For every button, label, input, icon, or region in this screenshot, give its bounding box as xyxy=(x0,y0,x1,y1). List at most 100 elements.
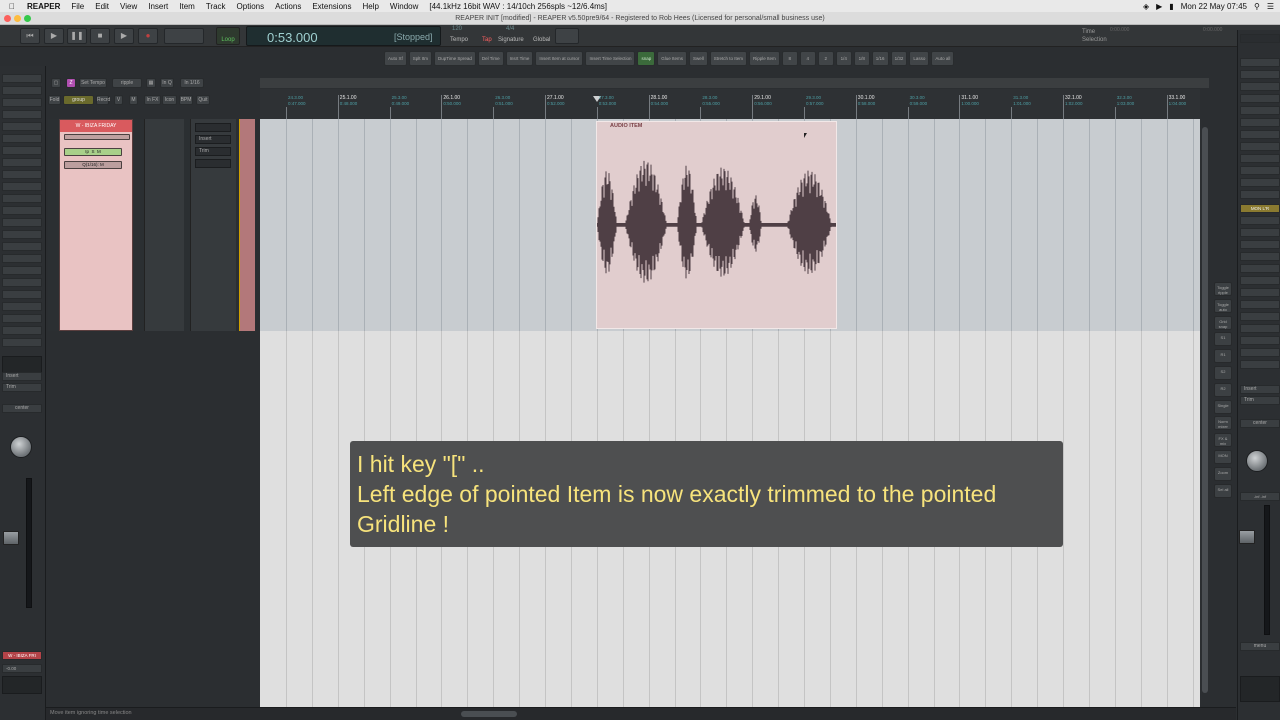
right-toolbar-button[interactable]: R2 xyxy=(1214,382,1232,397)
minimize-window-icon[interactable] xyxy=(14,15,21,22)
mixer-slot[interactable] xyxy=(2,314,42,323)
action-button[interactable]: 1/8 xyxy=(853,51,870,66)
mixer-slot[interactable] xyxy=(1240,336,1280,345)
action-button[interactable]: Auto Xf xyxy=(384,51,407,66)
global-label[interactable]: Global xyxy=(533,37,550,43)
mixer-slot[interactable] xyxy=(1240,130,1280,139)
menu-insert[interactable]: Insert xyxy=(148,2,168,11)
action-button[interactable]: 1/32 xyxy=(890,51,908,66)
master-trim-slot[interactable]: Trim xyxy=(1240,396,1280,405)
m-button[interactable]: M xyxy=(129,95,138,105)
action-button[interactable]: Glue Items xyxy=(657,51,687,66)
mixer-slot[interactable] xyxy=(2,254,42,263)
mixer-slot[interactable] xyxy=(1240,216,1280,225)
menu-help[interactable]: Help xyxy=(362,2,378,11)
vertical-scroll-thumb[interactable] xyxy=(1202,127,1208,693)
set-tempo-button[interactable]: Set Tempo xyxy=(79,78,107,88)
mixer-slot[interactable] xyxy=(1240,360,1280,369)
tempo-value[interactable]: 120 xyxy=(452,26,462,32)
mixer-slot[interactable] xyxy=(1240,276,1280,285)
mixer-slot[interactable] xyxy=(2,182,42,191)
mixer-slot[interactable] xyxy=(1240,264,1280,273)
master-fader-handle[interactable] xyxy=(1239,530,1255,544)
battery-icon[interactable]: ▮ xyxy=(1169,2,1173,11)
ripple-button[interactable]: ripple xyxy=(112,78,142,88)
metronome-button[interactable] xyxy=(555,28,579,44)
right-toolbar-button[interactable]: MON xyxy=(1214,450,1232,464)
horizontal-scroll-thumb[interactable] xyxy=(461,711,517,717)
mixer-slot[interactable] xyxy=(2,86,42,95)
repeat-slider[interactable] xyxy=(164,28,204,44)
mixer-slot[interactable] xyxy=(1240,118,1280,127)
mixer-slot[interactable] xyxy=(1240,70,1280,79)
mixer-slot[interactable] xyxy=(1240,312,1280,321)
mixer-slot[interactable] xyxy=(2,218,42,227)
mixer-slot[interactable] xyxy=(2,146,42,155)
mixer-slot[interactable] xyxy=(1240,252,1280,261)
action-button[interactable]: Insrt Time xyxy=(505,51,534,66)
go-to-end-icon[interactable]: ▶ xyxy=(114,28,134,44)
right-toolbar-button[interactable]: R1 xyxy=(1214,349,1232,364)
mixer-slot[interactable] xyxy=(1240,58,1280,67)
v-button[interactable]: V xyxy=(114,95,123,105)
action-button[interactable]: Stretch to Item xyxy=(709,51,748,66)
mixer-track-name[interactable]: W - IBIZA FRI xyxy=(2,651,42,660)
mixer-slot[interactable] xyxy=(1240,324,1280,333)
mixer-slot[interactable] xyxy=(1240,82,1280,91)
right-toolbar-button[interactable]: S1 xyxy=(1214,332,1232,347)
action-button[interactable]: snap xyxy=(637,51,656,66)
mixer-slot[interactable] xyxy=(2,242,42,251)
action-button[interactable]: 1/4 xyxy=(835,51,852,66)
wifi-icon[interactable]: ◈ xyxy=(1143,2,1149,11)
tcp-toggle-button[interactable]: ▢ xyxy=(51,78,61,88)
mixer-slot[interactable] xyxy=(2,110,42,119)
mixer-slot[interactable] xyxy=(1240,190,1280,199)
mixer-slot[interactable] xyxy=(2,134,42,143)
menu-list-icon[interactable]: ☰ xyxy=(1267,2,1274,11)
group-button[interactable]: group xyxy=(63,95,94,105)
record-arm-button[interactable]: Recrd xyxy=(96,95,110,105)
track-volume-slider[interactable] xyxy=(64,134,130,140)
menu-file[interactable]: File xyxy=(71,2,84,11)
action-button[interactable]: 2 xyxy=(817,51,834,66)
signature-label[interactable]: Signature xyxy=(498,37,524,43)
menu-item[interactable]: Item xyxy=(179,2,195,11)
menu-view[interactable]: View xyxy=(120,2,137,11)
action-button[interactable]: Del Time xyxy=(477,51,504,66)
mixer-slot[interactable] xyxy=(1240,240,1280,249)
right-toolbar-button[interactable]: Norm mixer xyxy=(1214,416,1232,431)
tcp-pink-button[interactable]: Z xyxy=(66,78,76,88)
track-fx-insert[interactable]: Insert xyxy=(195,135,231,144)
track-input-q[interactable]: Q(1/16): M xyxy=(64,161,122,169)
mixer-insert-slot[interactable]: Insert xyxy=(2,372,42,381)
record-icon[interactable]: ● xyxy=(138,28,158,44)
right-toolbar-button[interactable]: FX & mix xyxy=(1214,433,1232,448)
mixer-slot[interactable] xyxy=(2,230,42,239)
timeline-ruler[interactable]: 24.3.00 0:47.000 25.1.00 0:48.000 25.3.00 0:4… xyxy=(260,89,1200,119)
in-fx-button[interactable]: In FX xyxy=(144,95,161,105)
menu-extensions[interactable]: Extensions xyxy=(312,2,351,11)
right-toolbar-button[interactable]: Sel all xyxy=(1214,483,1232,498)
menu-window[interactable]: Window xyxy=(390,2,418,11)
icon-button[interactable]: Icon xyxy=(162,95,177,105)
mixer-slot[interactable] xyxy=(1240,34,1280,43)
action-button[interactable]: Insert Item at cursor xyxy=(535,51,584,66)
mixer-slot[interactable] xyxy=(1240,142,1280,151)
mixer-slot[interactable] xyxy=(1240,348,1280,357)
menu-edit[interactable]: Edit xyxy=(95,2,109,11)
mixer-slot[interactable] xyxy=(2,170,42,179)
track-fx-trim[interactable]: Trim xyxy=(195,147,231,156)
master-pan-knob[interactable] xyxy=(1246,450,1268,472)
zoom-window-icon[interactable] xyxy=(24,15,31,22)
right-toolbar-button[interactable]: Toggle ripple xyxy=(1214,282,1232,296)
right-toolbar-button[interactable]: S2 xyxy=(1214,366,1232,380)
mixer-slot[interactable] xyxy=(2,290,42,299)
horizontal-scroll-top[interactable] xyxy=(260,78,1209,88)
right-toolbar-button[interactable]: Zoom xyxy=(1214,466,1232,481)
track-io-buttons[interactable]: Ip S M xyxy=(64,148,122,156)
tap-tempo-button[interactable]: Tap xyxy=(482,37,492,43)
loop-button[interactable]: Loop xyxy=(216,27,240,45)
action-button[interactable]: Lasso xyxy=(909,51,930,66)
mixer-slot[interactable] xyxy=(1240,154,1280,163)
mixer-slot[interactable] xyxy=(2,278,42,287)
